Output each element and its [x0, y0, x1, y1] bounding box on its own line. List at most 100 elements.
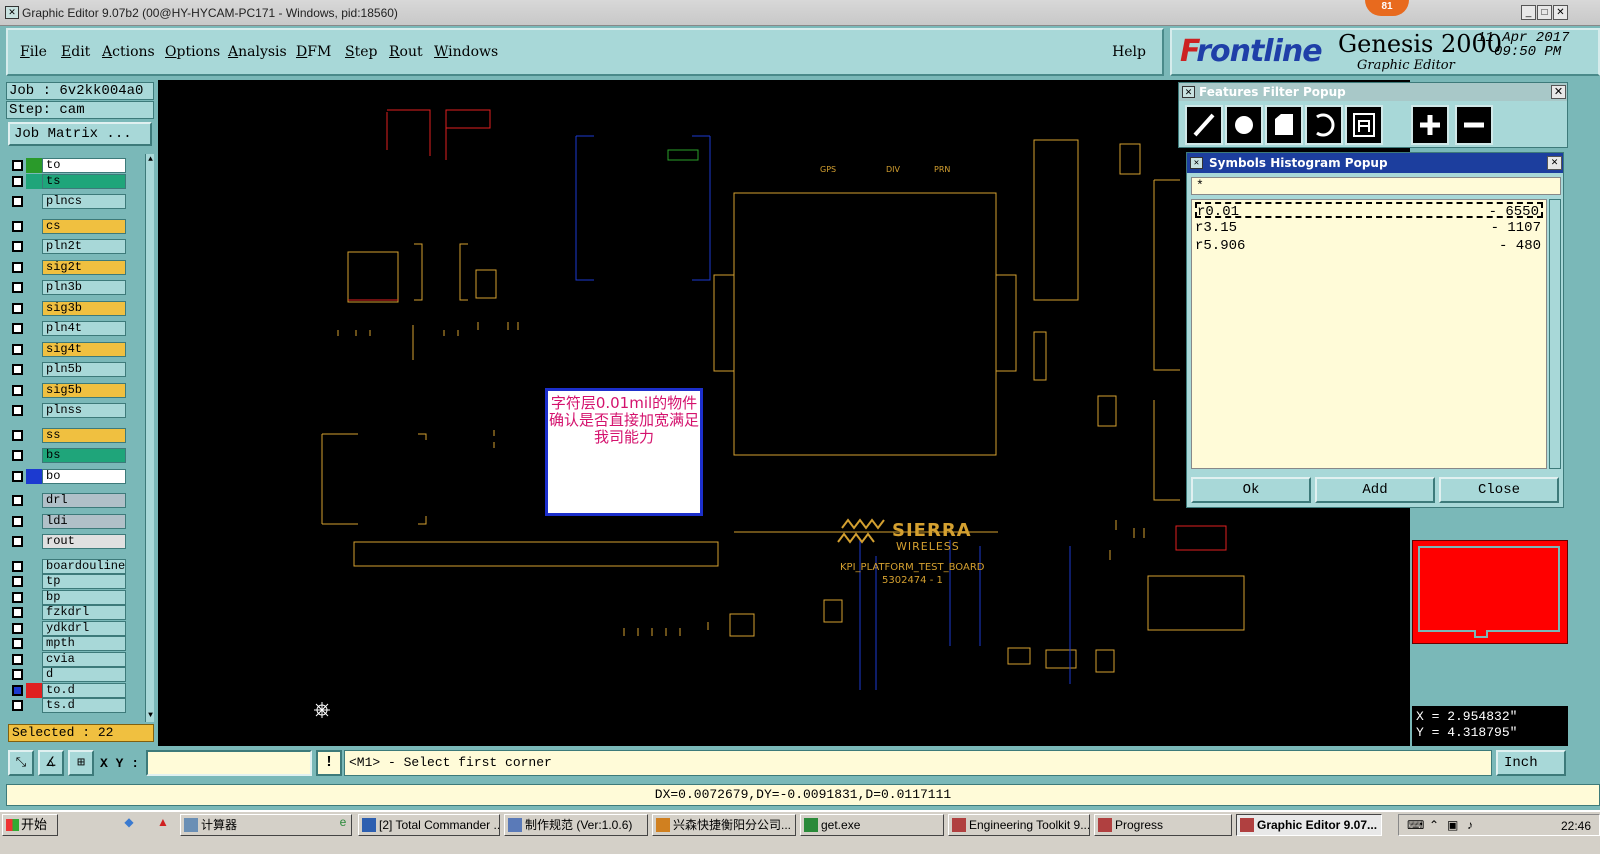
close-window-button[interactable]: ✕ [1553, 5, 1568, 20]
layer-list-scrollbar[interactable]: ▲ ▼ [145, 154, 154, 722]
menu-step[interactable]: Step [345, 44, 377, 60]
menu-analysis[interactable]: Analysis [228, 44, 287, 60]
layer-checkbox[interactable] [12, 684, 23, 696]
taskbar-task-button[interactable]: 制作规范 (Ver:1.0.6) [504, 814, 648, 836]
tray-network-icon[interactable]: ▣ [1447, 818, 1458, 832]
layer-row-pln3b[interactable]: pln3b [8, 280, 142, 295]
layer-row-sig2t[interactable]: sig2t [8, 259, 142, 275]
layer-row-pln4t[interactable]: pln4t [8, 321, 142, 336]
layer-checkbox[interactable] [12, 450, 23, 461]
menu-options[interactable]: Options [165, 44, 220, 60]
ok-button[interactable]: Ok [1191, 477, 1311, 503]
layer-color-swatch[interactable] [26, 362, 42, 377]
layer-checkbox[interactable] [12, 653, 23, 665]
remove-tool-icon[interactable] [1455, 105, 1493, 145]
layer-color-swatch[interactable] [26, 652, 42, 667]
symbol-list-scrollbar[interactable] [1549, 199, 1561, 469]
layer-color-swatch[interactable] [26, 383, 42, 398]
layer-checkbox[interactable] [12, 220, 23, 232]
measure-icon[interactable]: ∡ [38, 750, 64, 776]
add-button[interactable]: Add [1315, 477, 1435, 503]
layer-color-swatch[interactable] [26, 698, 42, 713]
layer-checkbox[interactable] [12, 669, 23, 680]
layer-color-swatch[interactable] [26, 448, 42, 463]
menu-windows[interactable]: Windows [434, 44, 498, 60]
layer-checkbox[interactable] [12, 536, 23, 547]
scroll-down-icon[interactable]: ▼ [146, 710, 155, 722]
layer-color-swatch[interactable] [26, 301, 42, 316]
maximize-button[interactable]: □ [1537, 5, 1552, 20]
menu-file[interactable]: File [20, 44, 47, 60]
layer-checkbox[interactable] [12, 196, 23, 207]
layer-checkbox[interactable] [12, 405, 23, 416]
layer-checkbox[interactable] [12, 176, 23, 187]
layer-checkbox[interactable] [12, 343, 23, 355]
layer-row-fzkdrl[interactable]: fzkdrl [8, 605, 142, 620]
layer-color-swatch[interactable] [26, 636, 42, 651]
layer-color-swatch[interactable] [26, 260, 42, 275]
menu-help[interactable]: Help [1112, 44, 1146, 60]
layer-color-swatch[interactable] [26, 667, 42, 682]
layer-checkbox[interactable] [12, 515, 23, 527]
layer-color-swatch[interactable] [26, 605, 42, 620]
layer-checkbox[interactable] [12, 364, 23, 375]
taskbar-task-button[interactable]: Engineering Toolkit 9.... [948, 814, 1090, 836]
layer-row-cs-d[interactable]: cs.d [8, 713, 142, 715]
layer-color-swatch[interactable] [26, 714, 42, 715]
surface-tool-icon[interactable] [1265, 105, 1303, 145]
layer-row-ldi[interactable]: ldi [8, 513, 142, 529]
layer-row-ts[interactable]: ts [8, 174, 142, 189]
taskbar-task-button[interactable]: get.exe [800, 814, 944, 836]
close-histogram-button[interactable]: ✕ [1547, 156, 1562, 170]
layer-checkbox[interactable] [12, 384, 23, 396]
layer-row-plncs[interactable]: plncs [8, 194, 142, 209]
layer-row-to-d[interactable]: to.d [8, 682, 142, 698]
layer-row-d[interactable]: d [8, 667, 142, 682]
snap-grid-icon[interactable]: ⊞ [68, 750, 94, 776]
layer-checkbox[interactable] [12, 241, 23, 252]
layer-color-swatch[interactable] [26, 428, 42, 443]
symbol-row[interactable]: r0.01 - 6550 [1195, 202, 1543, 220]
tray-expand-icon[interactable]: ⌃ [1429, 818, 1439, 832]
warning-icon[interactable]: ! [316, 750, 342, 776]
layer-row-cs[interactable]: cs [8, 218, 142, 234]
close-features-filter-button[interactable]: ✕ [1551, 85, 1566, 99]
taskbar-task-button[interactable]: 计算器 [180, 814, 352, 836]
symbol-row[interactable]: r3.15 - 1107 [1195, 220, 1543, 236]
tray-keyboard-icon[interactable]: ⌨ [1407, 818, 1424, 832]
layer-checkbox[interactable] [12, 470, 23, 482]
layer-color-swatch[interactable] [26, 321, 42, 336]
layer-color-swatch[interactable] [26, 682, 42, 698]
minimize-button[interactable]: _ [1521, 5, 1536, 20]
layer-color-swatch[interactable] [26, 590, 42, 605]
layer-row-sig3b[interactable]: sig3b [8, 300, 142, 316]
layer-row-ydkdrl[interactable]: ydkdrl [8, 620, 142, 636]
layer-checkbox[interactable] [12, 622, 23, 634]
units-selector[interactable]: Inch [1496, 750, 1566, 776]
layer-row-bo[interactable]: bo [8, 468, 142, 484]
quicklaunch-desktop-icon[interactable]: ◆ [120, 815, 138, 833]
menu-rout[interactable]: Rout [389, 44, 423, 60]
start-button[interactable]: 开始 [2, 814, 58, 836]
arc-tool-icon[interactable] [1305, 105, 1343, 145]
layer-row-tp[interactable]: tp [8, 574, 142, 589]
notification-badge[interactable]: 81 [1365, 0, 1409, 16]
text-tool-icon[interactable] [1345, 105, 1383, 145]
layer-row-plnss[interactable]: plnss [8, 403, 142, 418]
layer-checkbox[interactable] [12, 282, 23, 293]
layer-checkbox[interactable] [12, 591, 23, 603]
layer-checkbox[interactable] [12, 700, 23, 711]
layer-checkbox[interactable] [12, 576, 23, 587]
quicklaunch-pdf-icon[interactable]: ▲ [154, 815, 172, 833]
annotation-note[interactable]: 字符层0.01mil的物件确认是否直接加宽满足我司能力 [545, 388, 703, 516]
layer-color-swatch[interactable] [26, 468, 42, 484]
layer-checkbox[interactable] [12, 160, 23, 171]
layer-row-boardouline[interactable]: boardouline [8, 558, 142, 574]
layer-row-ts-d[interactable]: ts.d [8, 698, 142, 713]
layer-row-sig5b[interactable]: sig5b [8, 382, 142, 398]
layer-color-swatch[interactable] [26, 493, 42, 508]
layer-color-swatch[interactable] [26, 280, 42, 295]
layer-color-swatch[interactable] [26, 219, 42, 234]
layer-row-pln5b[interactable]: pln5b [8, 362, 142, 377]
layer-checkbox[interactable] [12, 323, 23, 334]
